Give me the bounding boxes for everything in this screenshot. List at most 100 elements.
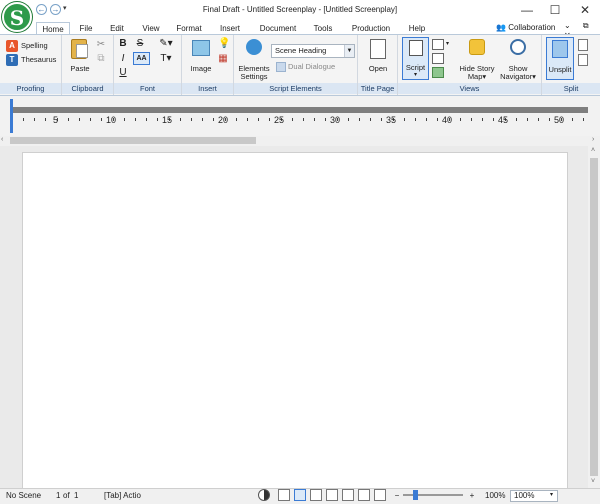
maximize-button[interactable]: ☐: [542, 2, 568, 18]
group-label-font: Font: [114, 83, 181, 94]
ruler-label: 10: [106, 115, 117, 125]
ruler-tick: [292, 118, 293, 121]
status-page-number: 1: [56, 491, 61, 500]
bold-button[interactable]: B: [117, 38, 129, 50]
list-view-icon[interactable]: [342, 489, 354, 501]
night-mode-icon[interactable]: [258, 489, 270, 501]
app-logo-icon[interactable]: S: [2, 2, 32, 32]
ruler-tick: [549, 118, 550, 121]
dual-dialogue-button[interactable]: Dual Dialogue: [288, 62, 335, 71]
scroll-down-icon[interactable]: ˅: [591, 478, 595, 485]
zoom-slider-thumb[interactable]: [413, 490, 418, 500]
ruler-area: [0, 96, 600, 136]
group-label-proofing: Proofing: [0, 83, 61, 94]
vertical-scrollbar-thumb[interactable]: [590, 158, 598, 476]
zoom-slider-track[interactable]: [403, 494, 463, 496]
thesaurus-button[interactable]: T Thesaurus: [6, 54, 62, 66]
index-cards-icon[interactable]: [432, 67, 444, 78]
story-map-icon: [469, 39, 485, 55]
ruler-tick: [90, 118, 91, 121]
spelling-icon: A: [6, 40, 18, 52]
ruler-tick: [23, 118, 24, 121]
ruler-tick: [135, 118, 136, 121]
zoom-dropdown-chevron-icon[interactable]: ▾: [550, 491, 553, 498]
all-caps-button[interactable]: AA: [133, 52, 150, 65]
script-view-button[interactable]: Script ▾: [402, 37, 429, 80]
scroll-left-icon[interactable]: ‹: [1, 136, 3, 143]
ruler-tick: [572, 118, 573, 121]
ruler-tick: [213, 118, 214, 121]
group-label-insert: Insert: [182, 83, 233, 94]
paste-button[interactable]: Paste: [66, 38, 94, 74]
text-style-button[interactable]: T▾: [157, 53, 175, 65]
ruler-tick: [426, 118, 427, 121]
ruler-strip: [12, 107, 588, 113]
speed-view-icon[interactable]: [310, 489, 322, 501]
ruler-label: 45: [498, 115, 509, 125]
light-bulb-icon[interactable]: 💡: [218, 38, 230, 50]
ruler-tick: [583, 118, 584, 121]
highlight-pen-icon[interactable]: ✎▾: [157, 38, 175, 50]
scene-heading-dropdown[interactable]: Scene Heading ▼: [271, 44, 355, 58]
scene-heading-value: Scene Heading: [275, 46, 327, 55]
close-button[interactable]: ✕: [572, 2, 598, 18]
image-icon: [192, 40, 210, 56]
page-view-icon[interactable]: [294, 489, 306, 501]
navigator-compass-icon: [510, 39, 526, 55]
thesaurus-label: Thesaurus: [21, 55, 57, 64]
show-navigator-button[interactable]: Show Navigator▾: [498, 38, 538, 82]
copy-icon[interactable]: ⧉: [95, 53, 107, 65]
zoom-in-button[interactable]: +: [467, 490, 477, 502]
zoom-dropdown-value: 100%: [514, 491, 535, 500]
ruler-tick: [101, 118, 102, 121]
image-button[interactable]: Image: [186, 38, 216, 74]
ruler-label: 15: [162, 115, 173, 125]
ruler-tick: [370, 118, 371, 121]
split-vertical-icon[interactable]: [578, 54, 588, 66]
collaboration-button[interactable]: 👥 Collaboration: [496, 22, 555, 33]
unsplit-label: Unsplit: [548, 65, 572, 74]
ruler-tick: [79, 118, 80, 121]
elements-settings-icon: [246, 39, 262, 55]
cards-view-icon[interactable]: [374, 489, 386, 501]
show-navigator-label-2: Navigator▾: [500, 72, 536, 81]
ruler-tick: [437, 118, 438, 121]
insert-element-icon[interactable]: ▦: [218, 53, 228, 65]
ruler-label: 50: [554, 115, 565, 125]
script-page[interactable]: [22, 152, 568, 492]
page-view-icon[interactable]: [432, 39, 444, 50]
zoom-out-button[interactable]: −: [392, 490, 402, 502]
minimize-button[interactable]: —: [514, 2, 540, 18]
scroll-up-icon[interactable]: ˄: [591, 147, 595, 154]
title-page-open-button[interactable]: Open: [362, 38, 394, 74]
paste-sheet-icon: [76, 44, 88, 58]
scroll-right-icon[interactable]: ›: [592, 136, 594, 143]
ruler-tick: [527, 118, 528, 121]
paste-label: Paste: [70, 64, 90, 73]
split-horizontal-icon[interactable]: [578, 39, 588, 51]
horizontal-scrollbar-thumb[interactable]: [10, 137, 256, 144]
view-dropdown-icon[interactable]: ▾: [446, 40, 449, 47]
grid-view-icon[interactable]: [358, 489, 370, 501]
ruler-tick: [314, 118, 315, 121]
underline-button[interactable]: U: [117, 67, 129, 79]
hide-story-map-button[interactable]: Hide Story Map▾: [456, 38, 498, 82]
normal-view-icon[interactable]: [278, 489, 290, 501]
title-page-icon: [370, 39, 386, 59]
ruler-tick: [202, 118, 203, 121]
strikethrough-button[interactable]: S: [134, 38, 146, 50]
ruler-label: 25: [274, 115, 285, 125]
ruler-indent-marker[interactable]: [10, 99, 13, 133]
cut-icon[interactable]: ✂: [95, 39, 107, 51]
elements-settings-button[interactable]: Elements Settings: [237, 38, 271, 82]
ruler-tick: [325, 118, 326, 121]
italic-button[interactable]: I: [117, 53, 129, 65]
spelling-label: Spelling: [21, 41, 48, 50]
status-page-total: 1: [74, 491, 79, 500]
spelling-button[interactable]: A Spelling: [6, 40, 62, 52]
ruler-tick: [359, 118, 360, 121]
unsplit-button[interactable]: Unsplit: [546, 37, 574, 80]
script-view-icon[interactable]: [326, 489, 338, 501]
zoom-level: 100%: [485, 491, 506, 500]
speed-view-icon[interactable]: [432, 53, 444, 64]
